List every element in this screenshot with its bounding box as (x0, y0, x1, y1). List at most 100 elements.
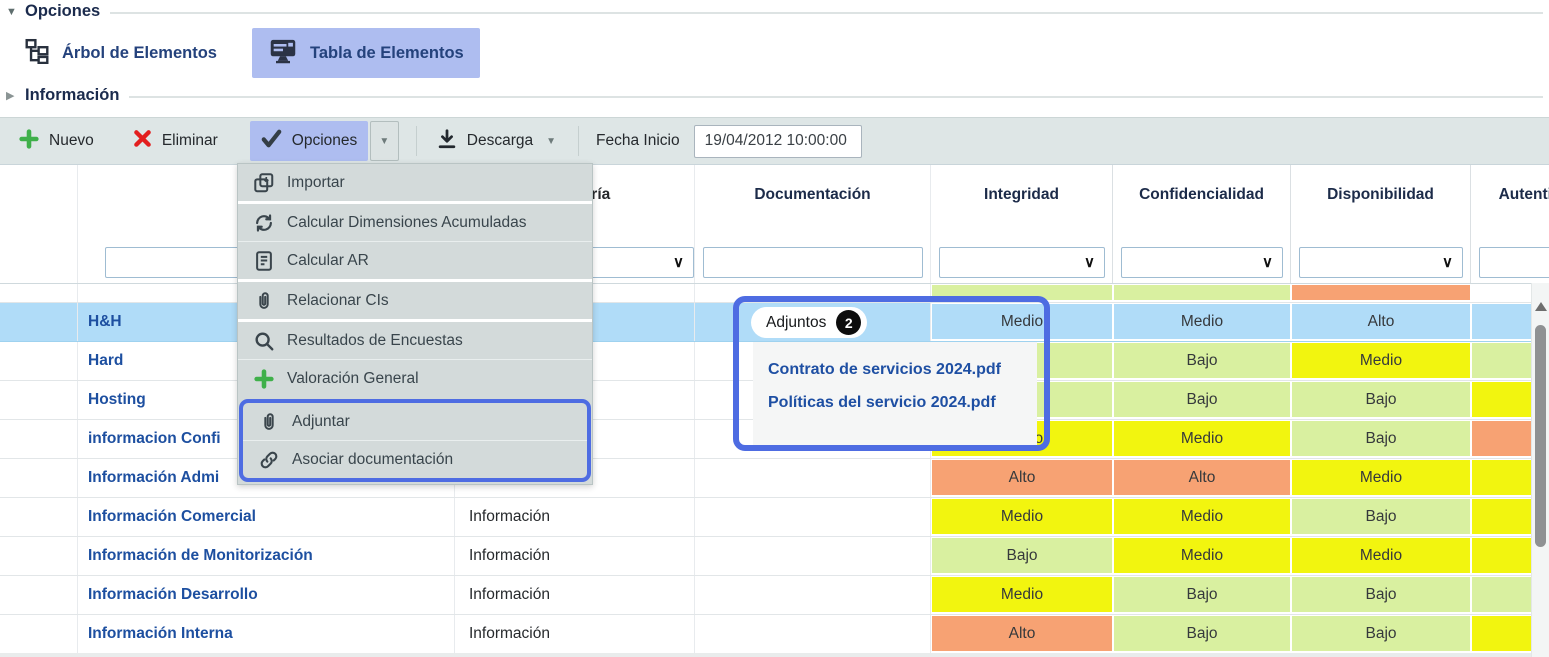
row-select-cell (0, 537, 78, 575)
scrollbar-thumb[interactable] (1535, 325, 1546, 547)
availability-level-cell: Bajo (1291, 498, 1471, 536)
table-row[interactable]: Información DesarrolloInformaciónMedioBa… (0, 576, 1549, 615)
download-button[interactable]: Descarga ▼ (426, 121, 566, 161)
menu-item-resultados-de-encuestas[interactable]: Resultados de Encuestas (238, 322, 592, 359)
row-select-cell (0, 303, 78, 341)
element-name-link[interactable]: Información Interna (78, 615, 455, 653)
menu-item-asociar-documentaci-n[interactable]: Asociar documentación (243, 440, 587, 478)
section-rule (129, 96, 1543, 98)
documentation-cell (695, 576, 931, 614)
filter-availability-select[interactable]: ∨ (1299, 247, 1463, 278)
table-row[interactable]: Información ComercialInformaciónMedioMed… (0, 498, 1549, 537)
options-dropdown-arrow[interactable]: ▼ (370, 121, 399, 161)
search-icon (251, 330, 277, 352)
vertical-scrollbar[interactable] (1531, 283, 1549, 657)
chevron-down-icon: ▼ (546, 136, 556, 147)
delete-button-label: Eliminar (162, 132, 218, 150)
table-row[interactable]: Información de MonitorizaciónInformación… (0, 537, 1549, 576)
collapse-right-icon[interactable]: ▶ (6, 89, 22, 102)
availability-level-cell: Medio (1291, 537, 1471, 575)
menu-group: Importar (238, 164, 592, 204)
confidentiality-level-cell: Medio (1113, 498, 1291, 536)
attachments-count-badge: 2 (836, 310, 861, 335)
availability-level-cell: Bajo (1291, 576, 1471, 614)
scroll-up-arrow-icon[interactable] (1535, 302, 1547, 311)
start-date-input[interactable] (694, 125, 862, 158)
row-select-cell (0, 615, 78, 653)
toolbar-separator (416, 126, 417, 156)
filter-documentation-input[interactable] (703, 247, 923, 278)
table-row[interactable]: Información AdmiAltoAltoMedio (0, 459, 1549, 498)
header-confidentiality[interactable]: Confidencialidad (1113, 165, 1291, 241)
header-select-column (0, 165, 78, 241)
table-view-label: Tabla de Elementos (310, 44, 464, 63)
delete-button[interactable]: Eliminar (122, 121, 228, 161)
informacion-section-label: Información (25, 86, 119, 105)
table-row[interactable]: Información InternaInformaciónAltoBajoBa… (0, 615, 1549, 654)
chevron-down-icon: ▼ (379, 136, 389, 147)
availability-level-cell: Medio (1291, 342, 1471, 380)
menu-item-relacionar-cis[interactable]: Relacionar CIs (238, 282, 592, 319)
opciones-section-label: Opciones (25, 2, 100, 21)
section-rule (110, 12, 1543, 14)
x-icon (132, 128, 153, 154)
attachments-pill: Adjuntos 2 (751, 307, 867, 338)
attachment-file-link[interactable]: Políticas del servicio 2024.pdf (768, 394, 1037, 412)
menu-item-calcular-ar[interactable]: Calcular AR (238, 241, 592, 279)
confidentiality-level-cell: Bajo (1113, 576, 1291, 614)
filter-authenticity-input[interactable] (1479, 247, 1549, 278)
download-button-label: Descarga (467, 132, 533, 150)
new-button-label: Nuevo (49, 132, 94, 150)
documentation-cell (695, 615, 931, 653)
availability-level-cell: Alto (1291, 303, 1471, 341)
chevron-down-icon: ∨ (673, 255, 684, 270)
opciones-section-header: ▼ Opciones (6, 2, 1543, 21)
menu-group: Relacionar CIs (238, 282, 592, 322)
confidentiality-level-cell: Medio (1113, 303, 1291, 341)
import-icon (251, 172, 277, 194)
confidentiality-level-cell: Medio (1113, 537, 1291, 575)
documentation-cell (695, 459, 931, 497)
integrity-level-cell: Alto (931, 615, 1113, 653)
new-button[interactable]: Nuevo (8, 121, 104, 161)
row-select-cell (0, 342, 78, 380)
chevron-down-icon: ∨ (1442, 255, 1453, 270)
menu-item-calcular-dimensiones-acumuladas[interactable]: Calcular Dimensiones Acumuladas (238, 204, 592, 241)
element-name-link[interactable]: Información Comercial (78, 498, 455, 536)
header-authenticity[interactable]: Autenticidad (1471, 165, 1549, 241)
menu-item-adjuntar[interactable]: Adjuntar (243, 403, 587, 440)
attachments-panel: Contrato de servicios 2024.pdf Políticas… (753, 342, 1037, 445)
menu-item-importar[interactable]: Importar (238, 164, 592, 201)
chevron-down-icon: ∨ (1084, 255, 1095, 270)
tree-view-label: Árbol de Elementos (62, 44, 217, 63)
integrity-level-cell: Medio (931, 576, 1113, 614)
header-integrity[interactable]: Integridad (931, 165, 1113, 241)
paperclip-icon (256, 411, 282, 433)
confidentiality-level-cell: Alto (1113, 459, 1291, 497)
element-name-link[interactable]: Información Desarrollo (78, 576, 455, 614)
tree-view-button[interactable]: Árbol de Elementos (8, 28, 233, 78)
collapse-down-icon[interactable]: ▼ (6, 6, 22, 18)
availability-level-cell: Bajo (1291, 615, 1471, 653)
plus-icon (251, 368, 277, 390)
monitor-icon (268, 37, 298, 70)
element-name-link[interactable]: Información de Monitorización (78, 537, 455, 575)
filter-integrity-select[interactable]: ∨ (939, 247, 1105, 278)
paperclip-icon (251, 290, 277, 312)
menu-item-label: Adjuntar (292, 413, 350, 431)
availability-level-cell: Medio (1291, 459, 1471, 497)
filter-confidentiality-select[interactable]: ∨ (1121, 247, 1283, 278)
table-filter-row: ∨ ∨ ∨ ∨ (0, 241, 1549, 284)
menu-item-valoraci-n-general[interactable]: Valoración General (238, 359, 592, 397)
header-documentation[interactable]: Documentación (695, 165, 931, 241)
menu-item-label: Importar (287, 174, 345, 192)
header-availability[interactable]: Disponibilidad (1291, 165, 1471, 241)
category-cell: Información (455, 537, 695, 575)
menu-item-label: Calcular AR (287, 252, 369, 270)
options-button[interactable]: Opciones (250, 121, 368, 161)
attachment-file-link[interactable]: Contrato de servicios 2024.pdf (768, 361, 1037, 379)
confidentiality-level-cell: Bajo (1113, 381, 1291, 419)
table-view-button[interactable]: Tabla de Elementos (252, 28, 480, 78)
availability-level-cell (1291, 284, 1471, 302)
chevron-down-icon: ∨ (1262, 255, 1273, 270)
